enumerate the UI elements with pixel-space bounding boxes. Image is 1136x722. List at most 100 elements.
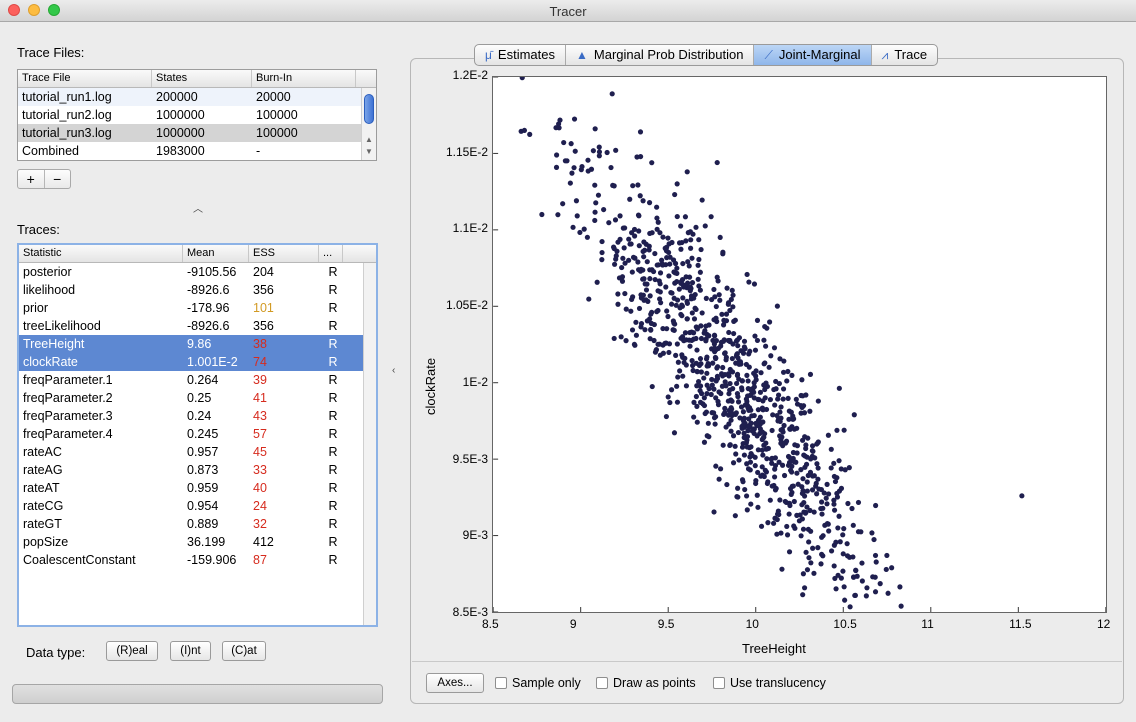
split-pane-left-icon[interactable]: ‹	[392, 365, 395, 376]
column-header-burn-in[interactable]: Burn-In	[252, 70, 356, 87]
scatter-point	[638, 292, 644, 298]
scatter-point	[704, 370, 710, 376]
scroll-up-arrow-icon[interactable]: ▲	[365, 136, 373, 144]
trace-file-burnin[interactable]: -	[252, 142, 356, 160]
column-header-mean[interactable]: Mean	[183, 245, 249, 262]
trace-row[interactable]: rateGT 0.889 32 R	[19, 515, 376, 533]
column-header-trace-file[interactable]: Trace File	[18, 70, 152, 87]
scrollbar-thumb[interactable]	[364, 94, 374, 124]
scatter-point	[679, 334, 686, 340]
trace-row[interactable]: posterior -9105.56 204 R	[19, 263, 376, 281]
trace-row[interactable]: freqParameter.2 0.25 41 R	[19, 389, 376, 407]
scatter-point	[674, 341, 680, 347]
scatter-point	[674, 181, 680, 187]
scatter-point	[807, 371, 814, 377]
trace-file-row[interactable]: tutorial_run1.log 200000 20000	[18, 88, 376, 106]
traces-scrollbar[interactable]	[363, 263, 376, 625]
trace-file-burnin[interactable]: 20000	[252, 88, 356, 106]
trace-ess: 24	[253, 499, 267, 513]
cat-type-button[interactable]: (C)at	[222, 641, 266, 661]
scatter-point	[790, 449, 797, 456]
trace-row[interactable]: CoalescentConstant -159.906 87 R	[19, 551, 376, 569]
checkbox-box[interactable]	[495, 677, 507, 689]
scatter-point	[643, 241, 649, 247]
tab-marginal-prob-distribution[interactable]: ▲ Marginal Prob Distribution	[566, 45, 755, 65]
trace-row[interactable]: TreeHeight 9.86 38 R	[19, 335, 376, 353]
tab-estimates[interactable]: μ̄ Estimates	[475, 45, 566, 65]
scatter-point	[1019, 493, 1025, 499]
scatter-point	[654, 204, 660, 210]
trace-file-burnin[interactable]: 100000	[252, 124, 356, 142]
trace-row[interactable]: clockRate 1.001E-2 74 R	[19, 353, 376, 371]
draw-as-points-checkbox[interactable]: Draw as points	[596, 676, 696, 690]
trace-file-burnin[interactable]: 100000	[252, 106, 356, 124]
column-header-statistic[interactable]: Statistic	[19, 245, 183, 262]
scatter-point	[836, 458, 842, 464]
trace-row[interactable]: likelihood -8926.6 356 R	[19, 281, 376, 299]
axes-button[interactable]: Axes...	[426, 673, 484, 693]
tab-trace[interactable]: ⩘ Trace	[872, 45, 938, 65]
trace-row[interactable]: freqParameter.3 0.24 43 R	[19, 407, 376, 425]
column-header-type[interactable]: ...	[319, 245, 343, 262]
scatter-point	[691, 316, 698, 322]
trace-row[interactable]: rateAT 0.959 40 R	[19, 479, 376, 497]
scatter-point	[671, 295, 677, 301]
trace-row[interactable]: treeLikelihood -8926.6 356 R	[19, 317, 376, 335]
scatter-point	[872, 589, 879, 595]
scatter-point	[774, 412, 780, 419]
scatter-point	[698, 390, 705, 397]
y-tick-label: 1.15E-2	[445, 144, 488, 159]
scatter-point	[780, 429, 786, 435]
scatter-point	[697, 356, 704, 362]
add-remove-trace-buttons: + −	[17, 169, 71, 189]
remove-trace-file-button[interactable]: −	[45, 170, 71, 188]
scatter-point	[667, 399, 673, 406]
scatter-point	[590, 148, 596, 154]
trace-row[interactable]: popSize 36.199 412 R	[19, 533, 376, 551]
int-type-button[interactable]: (I)nt	[170, 641, 211, 661]
checkbox-box[interactable]	[713, 677, 725, 689]
scatter-point	[673, 302, 679, 308]
add-trace-file-button[interactable]: +	[18, 170, 45, 188]
scatter-point	[811, 509, 817, 515]
scatter-point	[744, 372, 750, 378]
scatter-point	[635, 182, 641, 188]
scatter-point	[744, 444, 750, 450]
split-pane-up-icon[interactable]: ︿	[193, 200, 203, 215]
scroll-down-arrow-icon[interactable]: ▼	[365, 148, 373, 156]
scatter-point	[794, 470, 800, 476]
scatter-point	[855, 529, 862, 535]
use-translucency-checkbox[interactable]: Use translucency	[713, 676, 826, 690]
trace-row[interactable]: freqParameter.1 0.264 39 R	[19, 371, 376, 389]
checkbox-box[interactable]	[596, 677, 608, 689]
scatter-point	[586, 296, 592, 302]
scatter-point	[734, 337, 741, 343]
trace-files-scrollbar[interactable]: ▲ ▼	[361, 88, 376, 160]
trace-row[interactable]: rateCG 0.954 24 R	[19, 497, 376, 515]
column-header-ess[interactable]: ESS	[249, 245, 319, 262]
scatter-point	[824, 501, 830, 507]
trace-file-row[interactable]: Combined 1983000 -	[18, 142, 376, 160]
tab-joint-marginal[interactable]: ⟋ Joint-Marginal	[754, 45, 872, 65]
sample-only-checkbox[interactable]: Sample only	[495, 676, 581, 690]
scatter-point	[773, 386, 779, 392]
trace-row[interactable]: rateAG 0.873 33 R	[19, 461, 376, 479]
scatter-point	[599, 238, 605, 245]
scatter-point	[811, 570, 817, 576]
scatter-point	[713, 378, 719, 384]
window-title: Tracer	[549, 4, 587, 19]
real-type-button[interactable]: (R)eal	[106, 641, 158, 661]
trace-file-row-selected[interactable]: tutorial_run3.log 1000000 100000	[18, 124, 376, 142]
trace-type: R	[328, 301, 338, 315]
scatter-point	[831, 473, 837, 479]
scatter-point	[728, 397, 734, 403]
scatter-point	[744, 507, 750, 513]
trace-ess: 43	[253, 409, 267, 423]
trace-row[interactable]: freqParameter.4 0.245 57 R	[19, 425, 376, 443]
column-header-states[interactable]: States	[152, 70, 252, 87]
trace-row[interactable]: prior -178.96 101 R	[19, 299, 376, 317]
trace-mean: 0.245	[187, 427, 219, 441]
trace-file-row[interactable]: tutorial_run2.log 1000000 100000	[18, 106, 376, 124]
scatter-point	[838, 485, 845, 491]
trace-row[interactable]: rateAC 0.957 45 R	[19, 443, 376, 461]
